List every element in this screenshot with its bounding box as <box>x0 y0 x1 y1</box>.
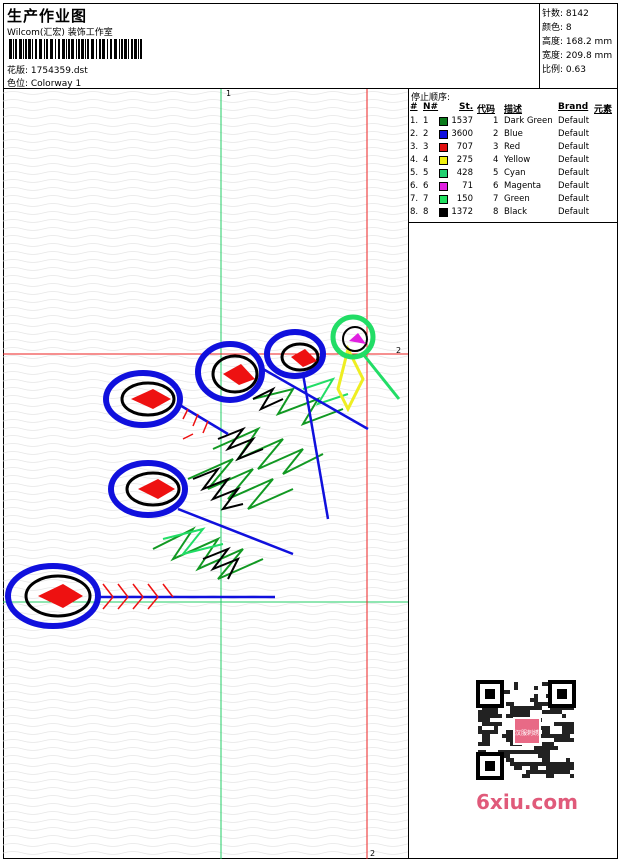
row-code: 2 <box>493 129 499 139</box>
row-code: 3 <box>493 142 499 152</box>
design-canvas[interactable]: 1 2 2 <box>3 89 409 859</box>
barcode <box>9 39 142 59</box>
page-title: 生产作业图 <box>7 7 88 25</box>
stat-height: 高度: 168.2 mm <box>542 37 613 47</box>
row-no: 4 <box>423 155 429 165</box>
axis-label-right: 2 <box>396 346 402 355</box>
row-brand: Default <box>558 181 590 191</box>
row-st: 71 <box>462 181 473 191</box>
stop-row[interactable]: 1. 1 1537 1 Dark Green Default <box>409 116 618 129</box>
stop-row[interactable]: 4. 4 275 4 Yellow Default <box>409 155 618 168</box>
row-no: 3 <box>423 142 429 152</box>
row-num: 4. <box>410 155 419 165</box>
color-swatch <box>439 169 448 178</box>
row-code: 1 <box>493 116 499 126</box>
row-brand: Default <box>558 155 590 165</box>
row-no: 7 <box>423 194 429 204</box>
stop-row[interactable]: 6. 6 71 6 Magenta Default <box>409 181 618 194</box>
stat-scale: 比例: 0.63 <box>542 65 586 75</box>
color-swatch <box>439 195 448 204</box>
row-desc: Yellow <box>504 155 531 165</box>
colorway: 色位: Colorway 1 <box>7 79 82 89</box>
watermark-logo: 6xiu.com <box>476 790 578 814</box>
stop-row[interactable]: 3. 3 707 3 Red Default <box>409 142 618 155</box>
row-st: 3600 <box>451 129 473 139</box>
row-num: 5. <box>410 168 419 178</box>
row-st: 1537 <box>451 116 473 126</box>
row-st: 150 <box>456 194 473 204</box>
color-swatch <box>439 182 448 191</box>
row-code: 8 <box>493 207 499 217</box>
qr-badge-text: 汉服刺绣 <box>515 729 539 737</box>
row-no: 5 <box>423 168 429 178</box>
color-swatch <box>439 208 448 217</box>
col-num: # <box>410 102 418 112</box>
row-code: 7 <box>493 194 499 204</box>
row-desc: Cyan <box>504 168 526 178</box>
stop-row[interactable]: 5. 5 428 5 Cyan Default <box>409 168 618 181</box>
row-desc: Dark Green <box>504 116 553 126</box>
row-no: 1 <box>423 116 429 126</box>
col-st: St. <box>459 102 474 112</box>
design-file: 花版: 1754359.dst <box>7 66 88 76</box>
row-brand: Default <box>558 207 590 217</box>
row-num: 8. <box>410 207 419 217</box>
design-stats: 针数: 8142 颜色: 8 高度: 168.2 mm 宽度: 209.8 mm… <box>540 3 618 88</box>
row-brand: Default <box>558 194 590 204</box>
stop-row[interactable]: 2. 2 3600 2 Blue Default <box>409 129 618 142</box>
col-element: 元素 <box>594 105 613 115</box>
col-code: 代码 <box>477 105 496 115</box>
row-code: 6 <box>493 181 499 191</box>
embroidery-preview <box>3 89 408 859</box>
color-swatch <box>439 117 448 126</box>
row-desc: Magenta <box>504 181 542 191</box>
row-num: 7. <box>410 194 419 204</box>
row-no: 8 <box>423 207 429 217</box>
row-num: 6. <box>410 181 419 191</box>
row-st: 707 <box>456 142 473 152</box>
row-brand: Default <box>558 129 590 139</box>
col-desc: 描述 <box>504 105 523 115</box>
row-st: 1372 <box>451 207 473 217</box>
color-swatch <box>439 143 448 152</box>
stat-width: 宽度: 209.8 mm <box>542 51 613 61</box>
row-brand: Default <box>558 142 590 152</box>
row-st: 428 <box>456 168 473 178</box>
header-info: 生产作业图 Wilcom(汇宏) 装饰工作室 花版: 1754359.dst 色… <box>3 3 540 89</box>
row-brand: Default <box>558 168 590 178</box>
qr-code: 汉服刺绣 <box>468 680 586 780</box>
studio-name: Wilcom(汇宏) 装饰工作室 <box>7 28 113 38</box>
col-brand: Brand <box>558 102 589 112</box>
row-num: 1. <box>410 116 419 126</box>
row-no: 6 <box>423 181 429 191</box>
stop-row[interactable]: 7. 7 150 7 Green Default <box>409 194 618 207</box>
color-swatch <box>439 156 448 165</box>
row-desc: Green <box>504 194 530 204</box>
row-desc: Black <box>504 207 527 217</box>
header: 生产作业图 Wilcom(汇宏) 装饰工作室 花版: 1754359.dst 色… <box>3 3 618 89</box>
row-brand: Default <box>558 116 590 126</box>
panel-divider <box>409 222 618 223</box>
axis-label-bottom: 2 <box>370 849 376 858</box>
row-desc: Red <box>504 142 521 152</box>
row-num: 3. <box>410 142 419 152</box>
color-swatch <box>439 130 448 139</box>
stat-colors: 颜色: 8 <box>542 23 572 33</box>
row-code: 4 <box>493 155 499 165</box>
row-st: 275 <box>456 155 473 165</box>
stat-stitches: 针数: 8142 <box>542 9 589 19</box>
col-no: N# <box>423 102 439 112</box>
row-num: 2. <box>410 129 419 139</box>
axis-label-top: 1 <box>226 89 232 98</box>
row-desc: Blue <box>504 129 523 139</box>
stop-row[interactable]: 8. 8 1372 8 Black Default <box>409 207 618 220</box>
row-no: 2 <box>423 129 429 139</box>
row-code: 5 <box>493 168 499 178</box>
